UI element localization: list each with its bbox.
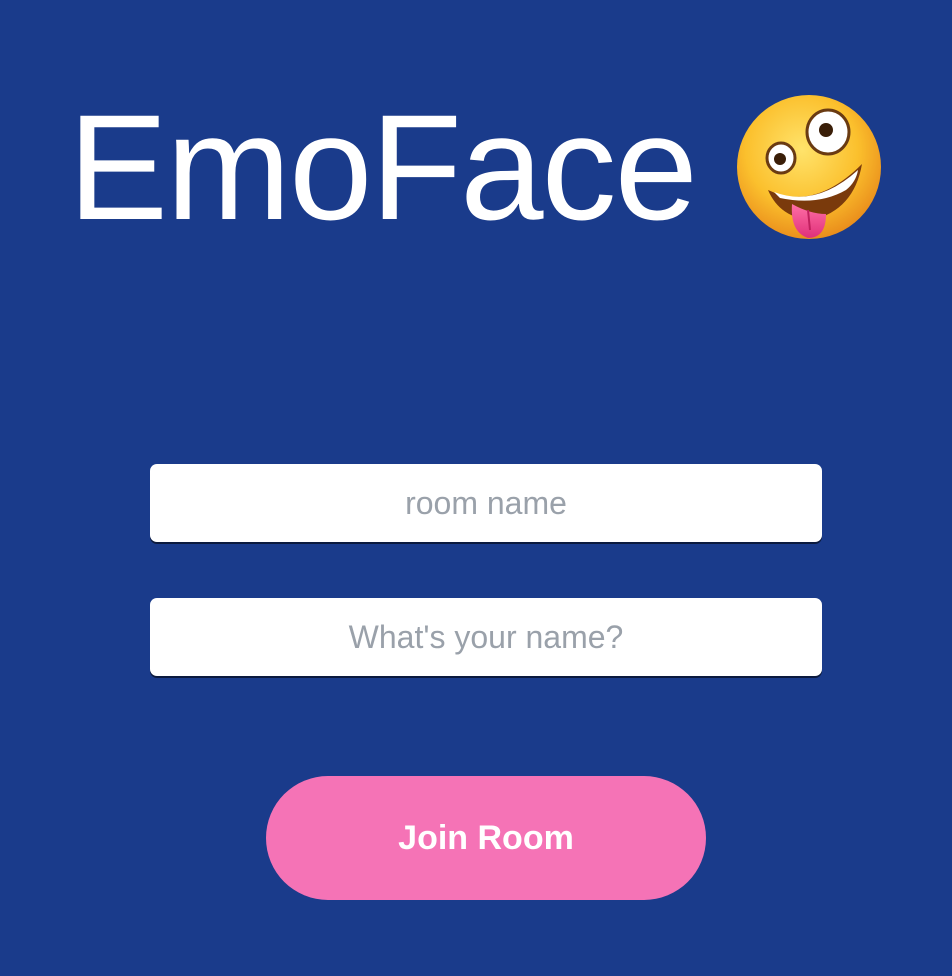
room-name-input[interactable] — [150, 464, 822, 542]
app-title: EmoFace — [68, 83, 698, 251]
landing-page: EmoFace room name What's your name? Join… — [0, 0, 952, 976]
join-room-button[interactable]: Join Room — [266, 776, 706, 900]
header: EmoFace — [0, 82, 952, 252]
zany-face-icon — [734, 92, 884, 242]
user-name-input[interactable] — [150, 598, 822, 676]
